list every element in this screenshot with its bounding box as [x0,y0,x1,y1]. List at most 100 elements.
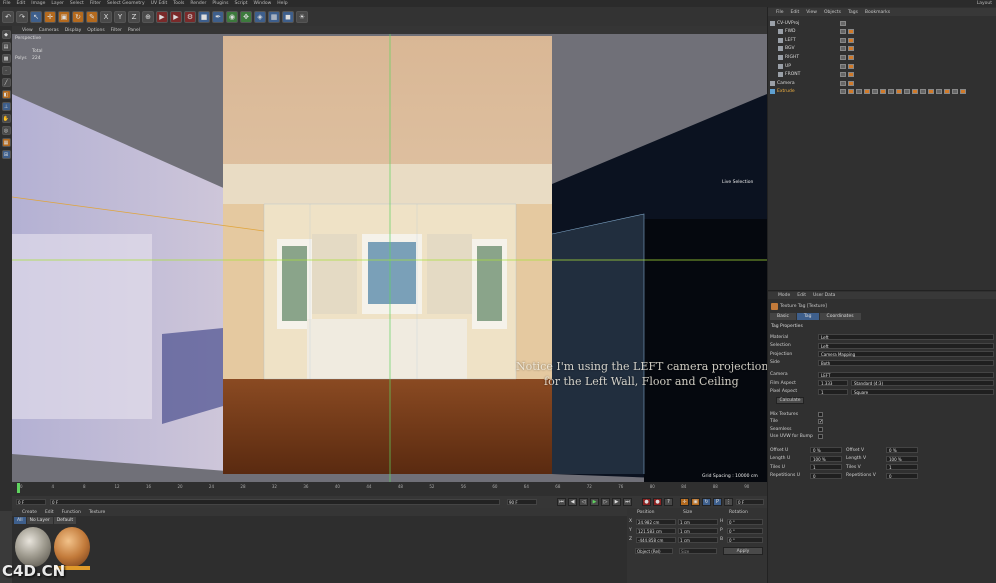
attribute-value[interactable]: Left [818,334,994,340]
rotate-icon[interactable]: ↻ [72,10,84,23]
texture-tag-icon[interactable] [928,89,934,95]
object-row-bgv[interactable]: BGV [770,45,994,53]
axis-y-icon[interactable]: Y [114,10,126,23]
material-menu-function[interactable]: Function [62,510,81,515]
prev-frame-icon[interactable]: ◁ [579,498,588,506]
viewport[interactable]: Perspective Total Polys 224 Live Selecti… [12,34,767,482]
redo-icon[interactable]: ↷ [16,10,28,23]
texture-tag-icon[interactable] [840,89,846,95]
menu-script[interactable]: Script [234,1,247,6]
viewport-menu-view[interactable]: View [22,28,33,33]
axis-z-icon[interactable]: Z [128,10,140,23]
live-selection-label[interactable]: Live Selection [722,180,753,185]
menu-filter[interactable]: Filter [90,1,101,6]
position-x-field[interactable]: 24.982 cm [636,518,676,525]
texture-tag-icon[interactable] [840,80,846,86]
texture-tag-icon[interactable] [872,89,878,95]
attribute-value[interactable]: Both [818,359,994,366]
tweak-mode-icon[interactable]: ✋ [1,114,11,123]
rotation-h-field[interactable]: 0 ° [727,518,763,525]
nurbs-icon[interactable]: ◉ [226,10,238,23]
locking-icon[interactable]: ⊞ [1,150,11,159]
object-menu-tags[interactable]: Tags [848,10,858,15]
texture-tag-icon[interactable] [848,37,854,43]
calculate-button[interactable]: Calculate [776,397,804,404]
uv-value-u[interactable]: 0 % [810,447,842,453]
attribute-value[interactable]: Camera Mapping [818,351,994,357]
texture-tag-icon[interactable] [960,89,966,95]
object-row-cv-uvproj[interactable]: CV-UVProj [770,19,994,27]
texture-tag-icon[interactable] [896,89,902,95]
texture-tag-icon[interactable] [848,46,854,52]
size-y-field[interactable]: 1 cm [678,527,718,534]
texture-tag-icon[interactable] [848,72,854,78]
viewport-menu-cameras[interactable]: Cameras [39,28,59,33]
uv-value-u[interactable]: 0 [810,472,842,479]
recent-tool-icon[interactable]: ✎ [86,10,98,23]
texture-tag-icon[interactable] [848,29,854,35]
checkbox[interactable]: ✓ [818,419,823,425]
light-icon[interactable]: ☀ [296,10,308,23]
texture-tag-icon[interactable] [952,89,958,95]
viewport-menu-panel[interactable]: Panel [128,28,140,33]
texture-tag-icon[interactable] [840,72,846,78]
attribute-tab-basic[interactable]: Basic [770,313,796,320]
object-row-camera[interactable]: Camera [770,79,994,87]
render-settings-icon[interactable]: ⚙ [184,10,196,23]
uv-value-v[interactable]: 0 % [886,447,918,453]
end-frame-field[interactable]: 90 F [507,499,537,505]
move-icon[interactable]: ✛ [44,10,56,23]
checkbox[interactable] [818,434,823,439]
texture-mode-icon[interactable]: ▩ [1,54,11,63]
object-row-fwd[interactable]: FWD [770,28,994,36]
size-z-field[interactable]: 1 cm [678,536,718,543]
next-frame-icon[interactable]: ▷ [601,498,610,506]
coord-system-icon[interactable]: ⊕ [142,10,154,23]
axis-mode-icon[interactable]: ⊥ [1,102,11,111]
object-row-front[interactable]: FRONT [770,71,994,79]
texture-tag-icon[interactable] [848,80,854,86]
autokey-icon[interactable]: ● [653,498,662,506]
pen-icon[interactable]: ✒ [212,10,224,23]
rotation-p-field[interactable]: 0 ° [727,527,763,534]
position-z-field[interactable]: -444.858 cm [636,536,676,543]
workplane-icon[interactable]: ▦ [1,138,11,147]
keyframe-selection-icon[interactable]: ? [664,498,673,506]
key-position-icon[interactable]: ✛ [680,498,689,506]
uv-value-v[interactable]: 1 [886,464,918,470]
rotation-b-field[interactable]: 0 ° [727,536,763,543]
menu-window[interactable]: Window [254,1,272,6]
attribute-tab-tag[interactable]: Tag [796,313,819,320]
object-row-left[interactable]: LEFT [770,36,994,44]
checkbox[interactable] [818,426,823,432]
goto-start-icon[interactable]: ⏮ [557,498,566,506]
viewport-menu-display[interactable]: Display [65,28,82,33]
camera-icon[interactable]: ◼ [282,10,294,23]
attribute-value[interactable]: 1.333 [818,380,848,386]
uv-value-u[interactable]: 100 % [810,455,842,462]
texture-tag-icon[interactable] [856,89,862,95]
texture-tag-icon[interactable] [912,89,918,95]
texture-tag-icon[interactable] [840,63,846,69]
polygons-mode-icon[interactable]: ◧ [1,90,11,99]
edges-mode-icon[interactable]: ╱ [1,78,11,87]
make-editable-icon[interactable]: ◆ [1,30,11,39]
object-menu-edit[interactable]: Edit [791,10,800,15]
material-tab-no-layer[interactable]: No Layer [26,517,53,524]
uv-value-u[interactable]: 1 [810,464,842,470]
material-menu-edit[interactable]: Edit [45,510,54,515]
timeline[interactable]: 0 4 8 12 16 20 24 28 32 36 40 44 48 52 56 60 64 68 72 76 80 8… [12,482,767,496]
material-tab-all[interactable]: All [14,517,26,524]
texture-tag-icon[interactable] [920,89,926,95]
texture-tag-icon[interactable] [888,89,894,95]
texture-tag-icon[interactable] [840,37,846,43]
menu-uv-edit[interactable]: UV Edit [151,1,168,6]
key-rotation-icon[interactable]: ↻ [702,498,711,506]
render-region-icon[interactable]: ▶ [156,10,168,23]
attribute-value[interactable]: LEFT [818,371,994,378]
texture-tag-icon[interactable] [880,89,886,95]
menu-edit[interactable]: Edit [17,1,26,6]
menu-file[interactable]: File [3,1,11,6]
menu-layer[interactable]: Layer [51,1,64,6]
texture-tag-icon[interactable] [840,29,846,35]
